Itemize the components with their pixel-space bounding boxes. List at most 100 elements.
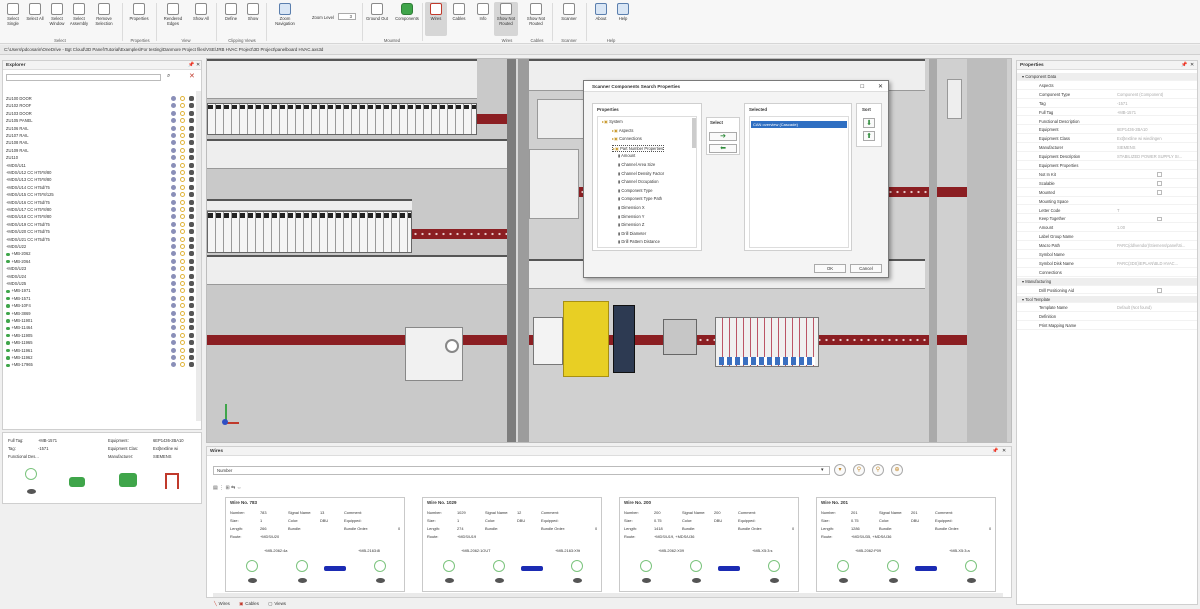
wire-card[interactable]: Wire No. 783 Number: 783 Size: 1 Length: 266 Ro… [225,497,405,592]
property-row[interactable]: Macro Path PARC(dd\vendor)\Siemens\panel\… [1017,242,1197,250]
binoculars-icon[interactable]: ⌕ [167,73,170,80]
close-icon[interactable]: ✕ [1190,62,1194,68]
eye-icon[interactable] [189,118,194,124]
tree-item[interactable]: ZU105 PANEL [6,117,33,124]
tree-item[interactable]: +MB-1571 [6,295,31,302]
property-checkbox[interactable] [1157,172,1162,177]
eye-icon[interactable] [770,578,779,583]
property-category[interactable]: ▾ Component Data [1017,73,1197,81]
property-value[interactable]: +MB-1571 [1117,109,1195,117]
property-row[interactable]: Drill Positioning Aid [1017,287,1197,295]
eye-icon[interactable] [189,310,194,316]
zoom-level-input[interactable]: 3 [338,13,356,20]
eye-icon[interactable] [189,236,194,242]
eye-icon[interactable] [248,578,257,583]
tree-item[interactable]: ZU110 [6,154,18,161]
property-row[interactable]: Letter Code T [1017,207,1197,215]
select-assembly-button[interactable]: Select Assembly [68,2,90,36]
selected-list[interactable]: CAN overview (Cascade) [749,116,849,248]
tree-item[interactable]: +MB-1971 [6,287,31,294]
remove-arrow-button[interactable]: ⬅ [709,144,737,153]
tree-item[interactable]: +MB-11961 [6,347,32,354]
property-tree-item[interactable]: ▮ Channel Density Factor [618,171,664,176]
explorer-search-input[interactable] [6,74,161,81]
file-path-tab[interactable]: C:\Users\pdcosarin\OneDrive - Bgt Cloud\… [0,45,1200,55]
property-tree-item[interactable]: ▮ Amount [618,153,635,158]
filter-button-3[interactable]: ⚲ [872,464,884,476]
tree-item[interactable]: +MDS/U25 [6,280,26,287]
pin-icon[interactable]: 📌 [1181,62,1187,68]
property-row[interactable]: Symbol Disk Name PARC(3DS)\EPLAN\BLD HVAC… [1017,260,1197,268]
property-row[interactable]: Equipment Class Ext[textline wi wiedingen [1017,135,1197,144]
tree-item[interactable]: ZU107 RAIL [6,132,29,139]
eye-icon[interactable] [573,578,582,583]
tree-item[interactable]: +MB-11965 [6,339,32,346]
scanner-button[interactable]: Scanner [558,2,580,36]
eye-icon[interactable] [189,288,194,294]
eye-icon[interactable] [189,251,194,257]
tree-item[interactable]: +MDS/U22 [6,243,26,250]
tree-item[interactable]: +MB-2062 [6,250,31,257]
property-checkbox[interactable] [1157,288,1162,293]
remove-selection-button[interactable]: Remove Selection [93,2,115,36]
eye-icon[interactable] [889,578,898,583]
property-tree-item[interactable]: ▮ Channel Area Size [618,162,655,167]
eye-icon[interactable] [495,578,504,583]
eye-icon[interactable] [189,347,194,353]
eye-icon[interactable] [189,273,194,279]
tree-item[interactable]: ZU109 RAIL [6,147,29,154]
tree-item[interactable]: +MDS/U13 CC H75*8/80 [6,176,51,183]
property-row[interactable]: Equipment 6EP1436-2BA10 [1017,126,1197,135]
info-button[interactable]: Info [472,2,494,36]
property-tree-item[interactable]: ▮ Dimension Y [618,214,645,219]
wire-card[interactable]: Wire No. 200 Number: 200 Size: 0.75 Length: 14… [619,497,799,592]
clear-filter-icon[interactable]: ✕ [189,73,198,81]
show-all-button[interactable]: Show All [190,2,212,36]
eye-icon[interactable] [189,133,194,138]
property-tree-item[interactable]: ▮ Dimension X [618,205,645,210]
eye-icon[interactable] [189,325,194,331]
cables-button[interactable]: Cables [448,2,470,36]
define-button[interactable]: Define [220,2,242,36]
properties-tree[interactable]: ▸▣ System ▸▣ Aspects ▸▣ Connections ▸▣ Part… [597,116,697,248]
tab-cables[interactable]: Cables [245,601,259,606]
tree-item[interactable]: +MDS/U23 [6,265,26,272]
property-value[interactable]: PARC(dd\vendor)\Siemens\panel\Si... [1117,242,1195,250]
rendered-edges-button[interactable]: Rendered Edges [162,2,184,36]
close-icon[interactable]: ✕ [196,62,200,68]
tree-item[interactable]: +MDS/U15 CC H75*8/125 [6,191,54,198]
eye-icon[interactable] [189,162,194,168]
eye-icon[interactable] [692,578,701,583]
property-value[interactable]: PARC(3DS)\EPLAN\BLD HVAC... [1117,260,1195,268]
components-button[interactable]: Components [394,2,420,36]
property-value[interactable]: Component (Component) [1117,91,1195,99]
ok-button[interactable]: OK [814,264,846,273]
eye-icon[interactable] [189,110,194,116]
filter-button-4[interactable]: ⊕ [891,464,903,476]
tree-item[interactable]: +MB-11905 [6,332,32,339]
property-tree-item[interactable]: ▮ Drill Diameter [618,231,646,236]
tree-item[interactable]: +MDS/U24 [6,273,26,280]
dialog-close-icon[interactable]: ✕ [878,83,883,90]
eye-icon[interactable] [189,221,194,227]
property-tree-item[interactable]: ▮ Dimension Z [618,222,644,227]
tree-item[interactable]: ZU100 DOOR [6,95,32,102]
eye-icon[interactable] [189,155,194,161]
filter-button-1[interactable]: ▾ [834,464,846,476]
pin-icon[interactable]: 📌 [992,448,998,454]
tree-item[interactable]: +MB-11962 [6,354,32,361]
property-row[interactable]: Aspects [1017,82,1197,90]
property-row[interactable]: Template Name Default (Not found) [1017,304,1197,313]
tree-item[interactable]: +MDS/U12 CC H75*8/80 [6,169,51,176]
wire-card[interactable]: Wire No. 201 Number: 201 Size: 0.75 Length: 12… [816,497,996,592]
property-tree-item[interactable]: ▮ Drill Pattern Distance [618,239,660,244]
tree-item[interactable]: +MB-11901 [6,317,32,324]
property-row[interactable]: Print Mapping Name [1017,322,1197,331]
eye-icon[interactable] [445,578,454,583]
eye-icon[interactable] [189,332,194,338]
tree-item[interactable]: ZU103 DOOR [6,110,32,117]
tree-item[interactable]: +MDS/U19 CC H75d/75 [6,221,50,228]
property-row[interactable]: Mounting Space [1017,198,1197,206]
property-value[interactable]: Default (Not found) [1117,304,1195,312]
property-row[interactable]: Amount 1.00 [1017,224,1197,233]
